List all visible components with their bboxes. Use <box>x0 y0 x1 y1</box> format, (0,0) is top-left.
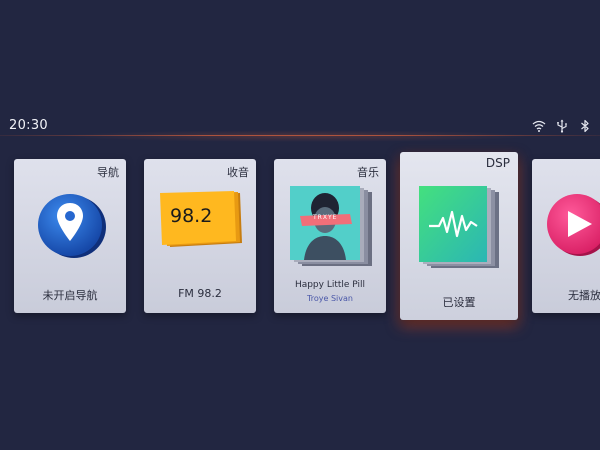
song-artist: Troye Sivan <box>307 294 353 303</box>
song-title: Happy Little Pill <box>294 280 366 290</box>
video-status-label: 无播放 <box>568 289 600 302</box>
radio-display: 98.2 <box>160 191 244 249</box>
album-art-text: TRXYE <box>313 214 338 221</box>
status-divider <box>0 135 600 136</box>
dsp-status-label: 已设置 <box>442 296 476 309</box>
video-card[interactable]: 无播放 <box>532 159 600 313</box>
music-card[interactable]: 音乐 TRXYE Happy Little Pill Troye Sivan <box>274 159 386 313</box>
radio-card[interactable]: 收音 98.2 FM 98.2 <box>144 159 256 313</box>
radio-card-title: 收音 <box>227 166 249 179</box>
navigation-card[interactable]: 导航 未开启导航 <box>14 159 126 313</box>
radio-frequency-display: 98.2 <box>170 205 213 227</box>
location-pin-icon <box>32 189 110 259</box>
usb-icon <box>555 118 569 133</box>
play-icon <box>542 189 600 259</box>
navigation-card-title: 导航 <box>97 166 119 179</box>
status-icons <box>532 117 592 133</box>
clock: 20:30 <box>9 118 48 133</box>
bluetooth-icon <box>578 118 592 133</box>
navigation-status-label: 未开启导航 <box>42 289 98 302</box>
dsp-card[interactable]: DSP 已设置 <box>400 152 518 320</box>
divider-glow <box>60 130 540 142</box>
radio-station-label: FM 98.2 <box>178 287 222 300</box>
sound-wave-icon <box>419 186 503 272</box>
music-card-title: 音乐 <box>357 166 379 179</box>
album-art: TRXYE <box>290 186 374 268</box>
dsp-card-title: DSP <box>485 156 510 170</box>
